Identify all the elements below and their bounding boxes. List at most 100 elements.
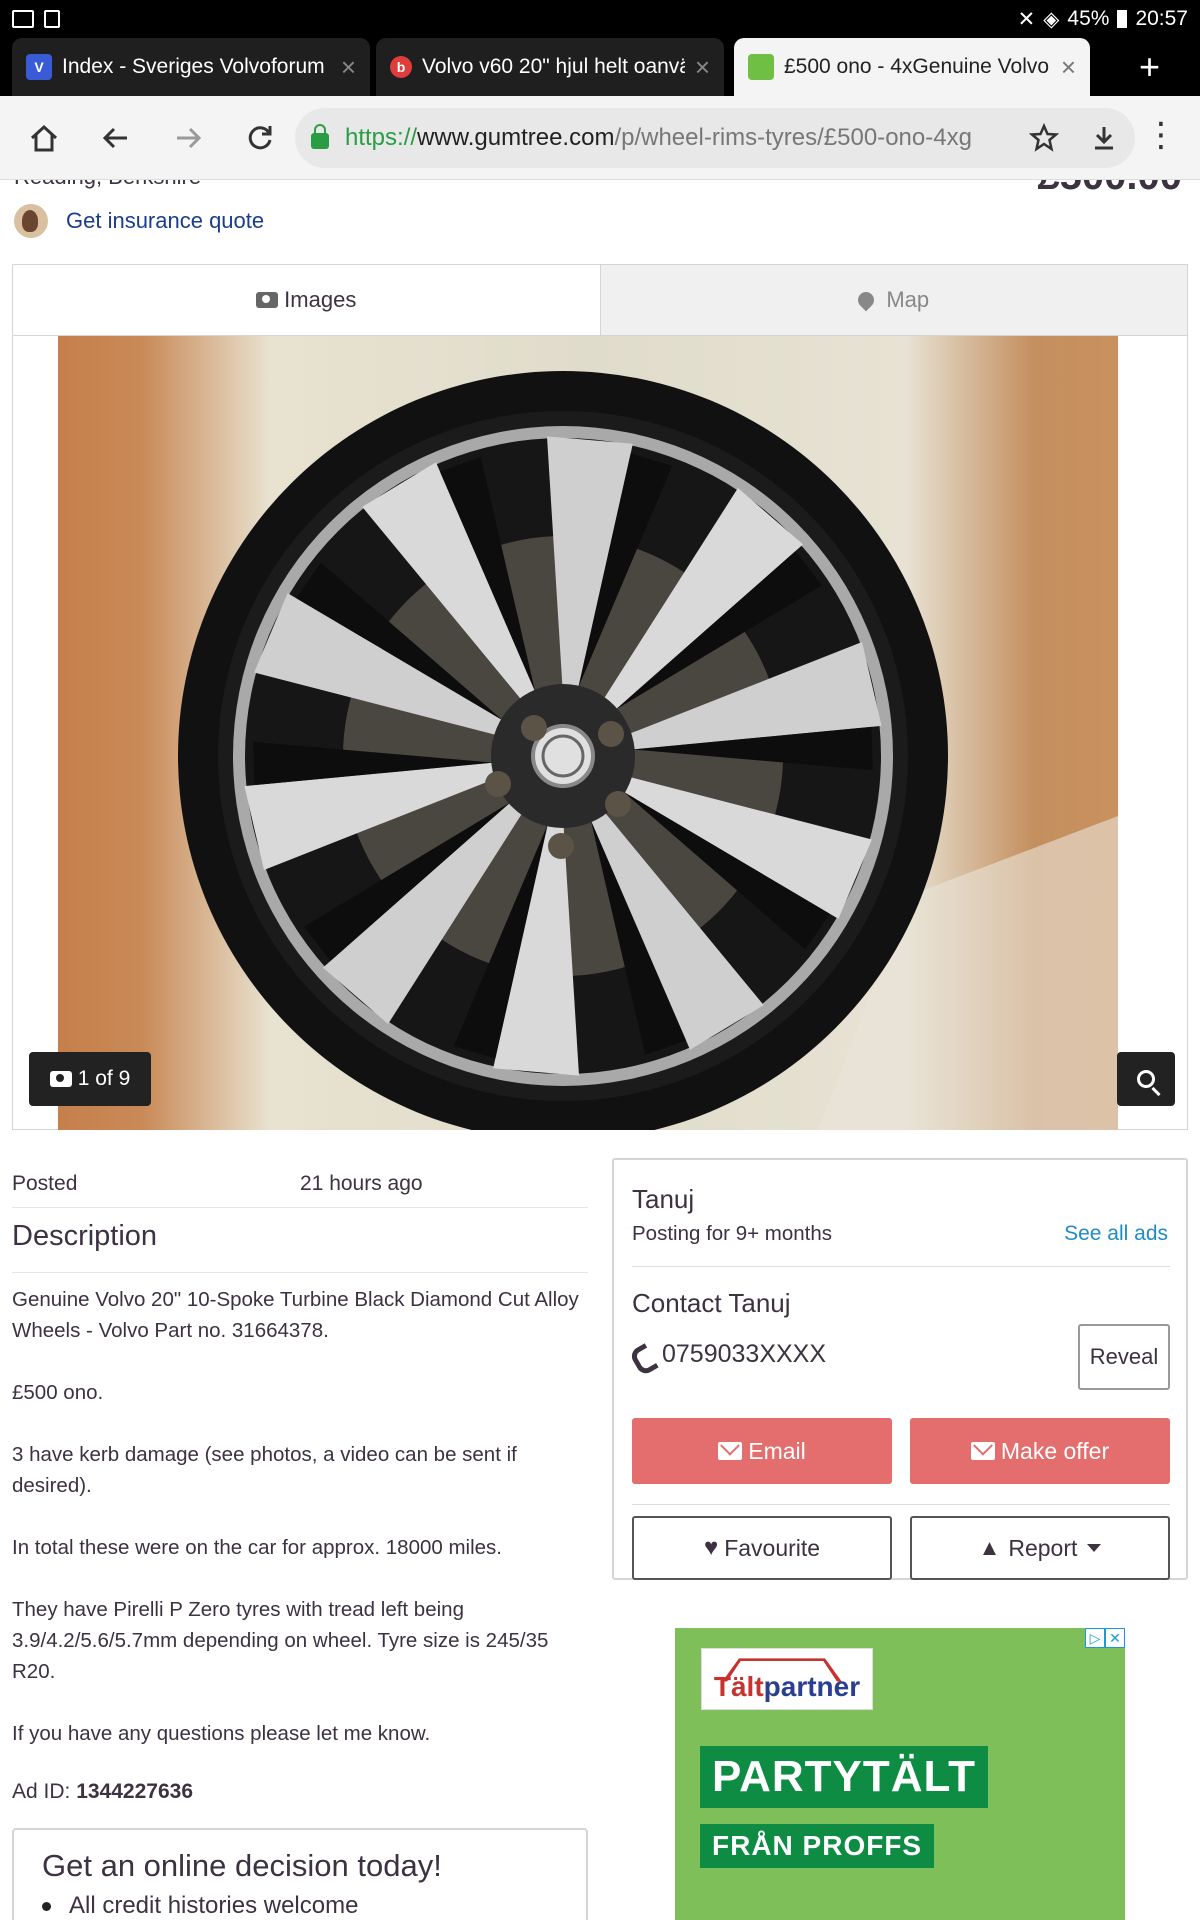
reload-button[interactable]	[224, 96, 296, 180]
browser-toolbar: https://www.gumtree.com/p/wheel-rims-tyr…	[0, 96, 1200, 180]
tent-roof-icon	[722, 1658, 842, 1682]
page-content: Reading, Berkshire £500.00 Get insurance…	[0, 180, 1200, 1920]
favourite-button-label: Favourite	[724, 1534, 821, 1561]
back-button[interactable]	[80, 96, 152, 180]
zoom-button[interactable]	[1117, 1052, 1175, 1106]
tab-strip: V Index - Sveriges Volvoforum × b Volvo …	[0, 38, 1200, 96]
posted-row: Posted 21 hours ago	[12, 1172, 588, 1208]
reveal-button[interactable]: Reveal	[1078, 1324, 1170, 1390]
blocket-favicon-icon: b	[390, 56, 412, 78]
screenshot-icon	[44, 10, 60, 28]
promo-item: All credit histories welcome	[42, 1892, 558, 1920]
taltpartner-logo: Tält partner	[701, 1648, 873, 1710]
url-path: /p/wheel-rims-tyres/£500-ono-4xg	[614, 124, 972, 151]
close-tab-icon[interactable]: ×	[341, 52, 356, 83]
ad-id: Ad ID: 1344227636	[12, 1780, 193, 1804]
reload-icon	[248, 125, 272, 149]
camera-icon	[49, 1071, 72, 1087]
tab-images[interactable]: Images	[13, 265, 600, 335]
chevron-down-icon	[1087, 1544, 1102, 1552]
camera-icon	[256, 292, 279, 308]
tab-images-label: Images	[284, 287, 357, 312]
close-ad-icon[interactable]: ✕	[1105, 1628, 1125, 1648]
url-scheme: https://	[345, 124, 418, 151]
browser-tab[interactable]: V Index - Sveriges Volvoforum ×	[12, 38, 370, 96]
forward-button[interactable]	[152, 96, 224, 180]
wheel-photo[interactable]	[58, 336, 1118, 1130]
ad-location: Reading, Berkshire	[14, 180, 201, 190]
url-host: www.gumtree.com	[417, 124, 615, 151]
browser-tab[interactable]: b Volvo v60 20" hjul helt oanvä ×	[376, 38, 724, 96]
close-tab-icon[interactable]: ×	[695, 52, 710, 83]
ad-id-label: Ad ID:	[12, 1780, 71, 1803]
volvoforum-favicon-icon: V	[26, 54, 52, 80]
clock: 20:57	[1135, 7, 1188, 30]
bookmark-star-icon[interactable]	[1029, 123, 1059, 153]
contact-title: Contact Tanuj	[632, 1288, 791, 1318]
home-icon	[30, 124, 58, 151]
description-paragraph: In total these were on the car for appro…	[12, 1536, 502, 1559]
heart-icon: ♥	[703, 1534, 719, 1561]
make-offer-button-label: Make offer	[1000, 1437, 1110, 1464]
alloy-wheel-image	[178, 371, 1118, 1130]
ad-subheadline: FRÅN PROFFS	[700, 1824, 935, 1868]
seller-since: Posting for 9+ months	[632, 1222, 832, 1245]
finance-promo[interactable]: Get an online decision today! All credit…	[12, 1828, 588, 1920]
adchoices-icon: ▷	[1085, 1628, 1105, 1648]
ad-id-value: 1344227636	[76, 1780, 193, 1803]
gallery-icon	[12, 10, 34, 28]
warning-icon: ▲	[978, 1535, 1001, 1560]
wifi-icon: ◈	[1043, 7, 1060, 31]
email-button-label: Email	[748, 1437, 806, 1464]
home-button[interactable]	[8, 96, 80, 180]
insurance-link[interactable]: Get insurance quote	[14, 204, 264, 238]
description-paragraph: Genuine Volvo 20" 10-Spoke Turbine Black…	[12, 1288, 579, 1342]
divider	[12, 1272, 588, 1273]
map-pin-icon	[855, 288, 878, 312]
description-paragraph: If you have any questions please let me …	[12, 1722, 431, 1745]
favourite-button[interactable]: ♥ Favourite	[632, 1516, 892, 1580]
phone-icon	[632, 1344, 654, 1366]
tab-title: Volvo v60 20" hjul helt oanvä	[422, 55, 685, 78]
report-button[interactable]: ▲ Report	[910, 1516, 1170, 1580]
seller-name: Tanuj	[632, 1184, 695, 1214]
description-paragraph: 3 have kerb damage (see photos, a video …	[12, 1443, 517, 1497]
divider	[632, 1504, 1170, 1505]
image-gallery: 1 of 9	[12, 336, 1188, 1130]
phone-number: 0759033XXXX	[632, 1340, 826, 1369]
status-bar: ✕ ◈ 45% 20:57	[0, 0, 1200, 38]
tab-title: Index - Sveriges Volvoforum	[62, 55, 325, 78]
insurance-link-label: Get insurance quote	[66, 208, 265, 233]
download-icon[interactable]	[1089, 123, 1119, 153]
email-button[interactable]: Email	[632, 1418, 892, 1484]
mute-icon: ✕	[1017, 7, 1036, 31]
browser-tab-active[interactable]: £500 ono - 4xGenuine Volvo ×	[734, 38, 1090, 96]
more-menu-icon[interactable]: ⋮	[1144, 118, 1178, 152]
url-text: https://www.gumtree.com/p/wheel-rims-tyr…	[345, 124, 985, 152]
ad-headline: PARTYTÄLT	[700, 1746, 988, 1808]
address-bar[interactable]: https://www.gumtree.com/p/wheel-rims-tyr…	[295, 108, 1135, 168]
ad-choices[interactable]: ▷ ✕	[1085, 1628, 1125, 1648]
see-all-ads-link[interactable]: See all ads	[1064, 1222, 1168, 1246]
advertisement[interactable]: ▷ ✕ Tält partner PARTYTÄLT FRÅN PROFFS	[675, 1628, 1125, 1920]
phone-number-text: 0759033XXXX	[662, 1340, 827, 1368]
new-tab-button[interactable]: +	[1139, 46, 1160, 88]
battery-icon	[1117, 10, 1128, 28]
make-offer-button[interactable]: Make offer	[910, 1418, 1170, 1484]
report-button-label: Report	[1008, 1534, 1078, 1561]
back-arrow-icon	[102, 127, 127, 148]
posted-label: Posted	[12, 1172, 78, 1195]
divider	[632, 1266, 1170, 1267]
close-tab-icon[interactable]: ×	[1061, 52, 1076, 83]
description-title: Description	[12, 1220, 158, 1252]
media-tabs: Images Map	[12, 264, 1188, 336]
forward-arrow-icon	[177, 127, 202, 148]
tab-map-label: Map	[886, 287, 930, 312]
promo-title: Get an online decision today!	[42, 1848, 442, 1883]
photo-counter: 1 of 9	[29, 1052, 151, 1106]
tab-title: £500 ono - 4xGenuine Volvo	[784, 55, 1050, 78]
zoom-in-icon	[1137, 1070, 1155, 1088]
lock-icon	[311, 124, 329, 149]
tab-map[interactable]: Map	[599, 265, 1187, 335]
ad-price: £500.00	[1037, 180, 1182, 199]
